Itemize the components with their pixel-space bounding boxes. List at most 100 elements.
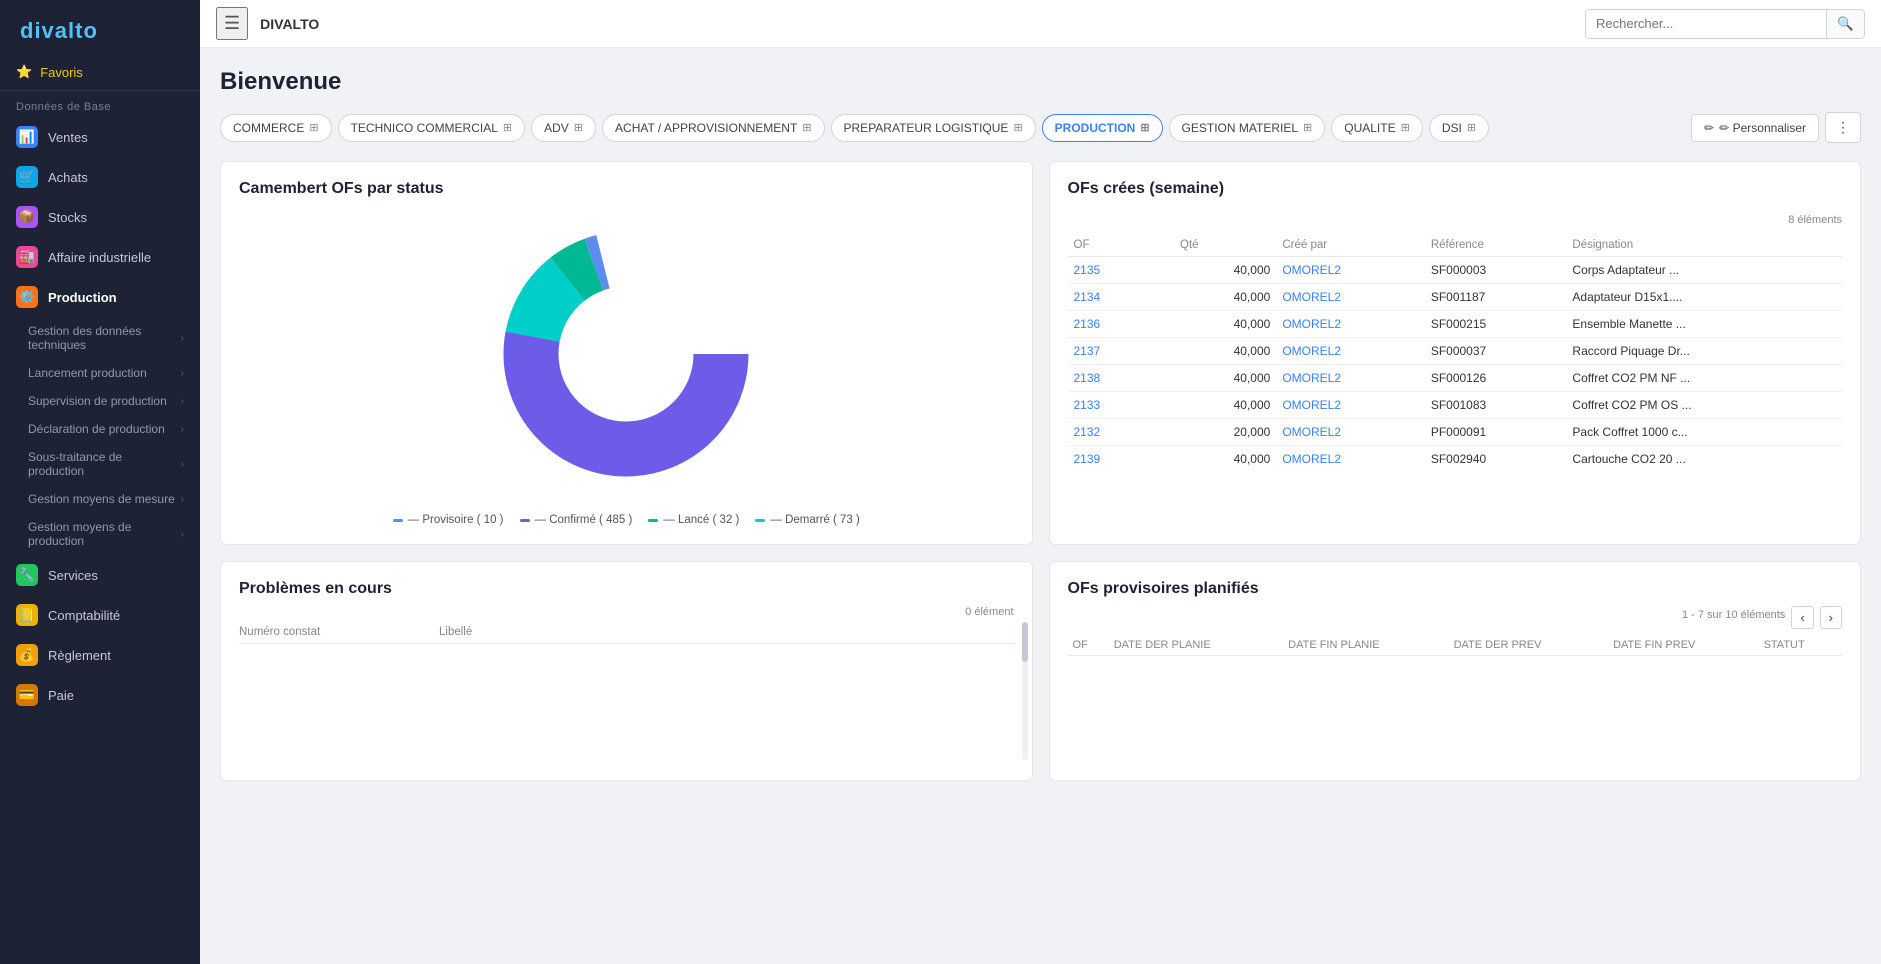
favorites-link[interactable]: ⭐ Favoris [0,58,200,91]
tab-commerce[interactable]: COMMERCE ⊞ [220,114,332,142]
col-numero-constat: Numéro constat [239,626,439,638]
logo-text: divalto [20,18,98,43]
reglement-icon: 💰 [16,644,38,666]
table-row: 2139 40,000 OMOREL2 SF002940 Cartouche C… [1068,446,1843,473]
pagination-controls: 1 - 7 sur 10 éléments ‹ › [1682,606,1842,629]
tab-icon-gestion: ⊞ [1303,121,1312,134]
more-button[interactable]: ⋮ [1825,112,1861,143]
cell-reference: SF000215 [1425,311,1567,338]
cell-designation: Coffret CO2 PM OS ... [1566,392,1842,419]
submenu-sous-traitance[interactable]: Sous-traitance de production › [0,443,200,485]
pagination-next[interactable]: › [1820,606,1842,629]
table-row: 2136 40,000 OMOREL2 SF000215 Ensemble Ma… [1068,311,1843,338]
sidebar-label-affaire: Affaire industrielle [48,250,151,265]
cell-designation: Adaptateur D15x1.... [1566,284,1842,311]
cell-cree-par: OMOREL2 [1276,311,1425,338]
submenu-supervision-production[interactable]: Supervision de production › [0,387,200,415]
tab-technico[interactable]: TECHNICO COMMERCIAL ⊞ [338,114,526,142]
donut-center [566,294,686,414]
tab-adv[interactable]: ADV ⊞ [531,114,596,142]
tab-icon-adv: ⊞ [574,121,583,134]
donut-legend: — Provisoire ( 10 ) — Confirmé ( 485 ) —… [239,514,1014,526]
paie-icon: 💳 [16,684,38,706]
sidebar-label-ventes: Ventes [48,130,88,145]
cell-designation: Pack Coffret 1000 c... [1566,419,1842,446]
legend-dot-confirme [520,519,530,522]
sidebar-label-comptabilite: Comptabilité [48,608,120,623]
sidebar: divalto ⭐ Favoris Données de Base 📊 Vent… [0,0,200,964]
tab-dsi[interactable]: DSI ⊞ [1429,114,1489,142]
prov-col-date-der-prev: DATE DER PREV [1449,635,1608,656]
scroll-indicator [1022,622,1028,760]
personnaliser-button[interactable]: ✏ ✏ Personnaliser [1691,114,1819,142]
legend-provisoire: — Provisoire ( 10 ) [393,514,504,526]
affaire-icon: 🏭 [16,246,38,268]
sidebar-item-production[interactable]: ⚙️ Production [0,277,200,317]
production-submenu: Gestion des données techniques › Lanceme… [0,317,200,555]
sidebar-item-affaire[interactable]: 🏭 Affaire industrielle [0,237,200,277]
provisoires-pagination-row: 1 - 7 sur 10 éléments ‹ › [1068,606,1843,629]
production-icon: ⚙️ [16,286,38,308]
legend-confirme: — Confirmé ( 485 ) [520,514,633,526]
cell-of: 2139 [1068,446,1149,473]
tab-achat[interactable]: ACHAT / APPROVISIONNEMENT ⊞ [602,114,824,142]
sidebar-item-paie[interactable]: 💳 Paie [0,675,200,715]
pagination-prev[interactable]: ‹ [1791,606,1813,629]
legend-label-confirme: — Confirmé ( 485 ) [535,514,633,526]
cell-of: 2134 [1068,284,1149,311]
donut-svg [486,214,766,494]
star-icon: ⭐ [16,64,32,80]
tab-qualite[interactable]: QUALITE ⊞ [1331,114,1423,142]
cell-reference: SF001083 [1425,392,1567,419]
ofs-provisoires-table: OF DATE DER PLANIE DATE FIN PLANIE DATE … [1068,635,1843,656]
chevron-icon: › [181,529,184,540]
cell-qty: 20,000 [1174,419,1276,446]
tab-gestion[interactable]: GESTION MATERIEL ⊞ [1169,114,1326,142]
cell-reference: SF000037 [1425,338,1567,365]
widget-camembert: Camembert OFs par status [220,161,1033,545]
cell-of: 2138 [1068,365,1149,392]
problemes-count: 0 élément [239,606,1014,618]
submenu-moyens-mesure[interactable]: Gestion moyens de mesure › [0,485,200,513]
submenu-declaration-production[interactable]: Déclaration de production › [0,415,200,443]
submenu-lancement-production[interactable]: Lancement production › [0,359,200,387]
content-area: Bienvenue COMMERCE ⊞ TECHNICO COMMERCIAL… [200,48,1881,964]
tab-actions: ✏ ✏ Personnaliser ⋮ [1691,112,1861,143]
submenu-donnees-techniques[interactable]: Gestion des données techniques › [0,317,200,359]
submenu-moyens-production[interactable]: Gestion moyens de production › [0,513,200,555]
cell-empty [1149,311,1174,338]
cell-cree-par: OMOREL2 [1276,257,1425,284]
tab-production[interactable]: PRODUCTION ⊞ [1042,114,1163,142]
search-button[interactable]: 🔍 [1826,10,1864,38]
sidebar-item-reglement[interactable]: 💰 Règlement [0,635,200,675]
search-input[interactable] [1586,10,1826,37]
col-libelle: Libellé [439,626,472,638]
cell-cree-par: OMOREL2 [1276,338,1425,365]
cell-cree-par: OMOREL2 [1276,446,1425,473]
sidebar-item-services[interactable]: 🔧 Services [0,555,200,595]
cell-empty [1149,365,1174,392]
cell-designation: Raccord Piquage Dr... [1566,338,1842,365]
table-row: 2132 20,000 OMOREL2 PF000091 Pack Coffre… [1068,419,1843,446]
cell-reference: PF000091 [1425,419,1567,446]
prov-col-statut: STATUT [1759,635,1842,656]
cell-of: 2135 [1068,257,1149,284]
tab-preparateur[interactable]: PREPARATEUR LOGISTIQUE ⊞ [831,114,1036,142]
tab-icon-technico: ⊞ [503,121,512,134]
sidebar-item-ventes[interactable]: 📊 Ventes [0,117,200,157]
cell-empty [1149,338,1174,365]
cell-designation: Cartouche CO2 20 ... [1566,446,1842,473]
cell-qty: 40,000 [1174,365,1276,392]
cell-empty [1149,284,1174,311]
sidebar-item-achats[interactable]: 🛒 Achats [0,157,200,197]
hamburger-button[interactable]: ☰ [216,7,248,40]
sidebar-item-stocks[interactable]: 📦 Stocks [0,197,200,237]
ofs-table: OF Qté Créé par Référence Désignation 21… [1068,234,1843,472]
prov-col-of: OF [1068,635,1109,656]
tab-label-gestion: GESTION MATERIEL [1182,121,1298,135]
sidebar-label-services: Services [48,568,98,583]
legend-dot-demarre [755,519,765,522]
sidebar-item-comptabilite[interactable]: 📒 Comptabilité [0,595,200,635]
cell-designation: Coffret CO2 PM NF ... [1566,365,1842,392]
pagination-info: 1 - 7 sur 10 éléments [1682,609,1785,621]
